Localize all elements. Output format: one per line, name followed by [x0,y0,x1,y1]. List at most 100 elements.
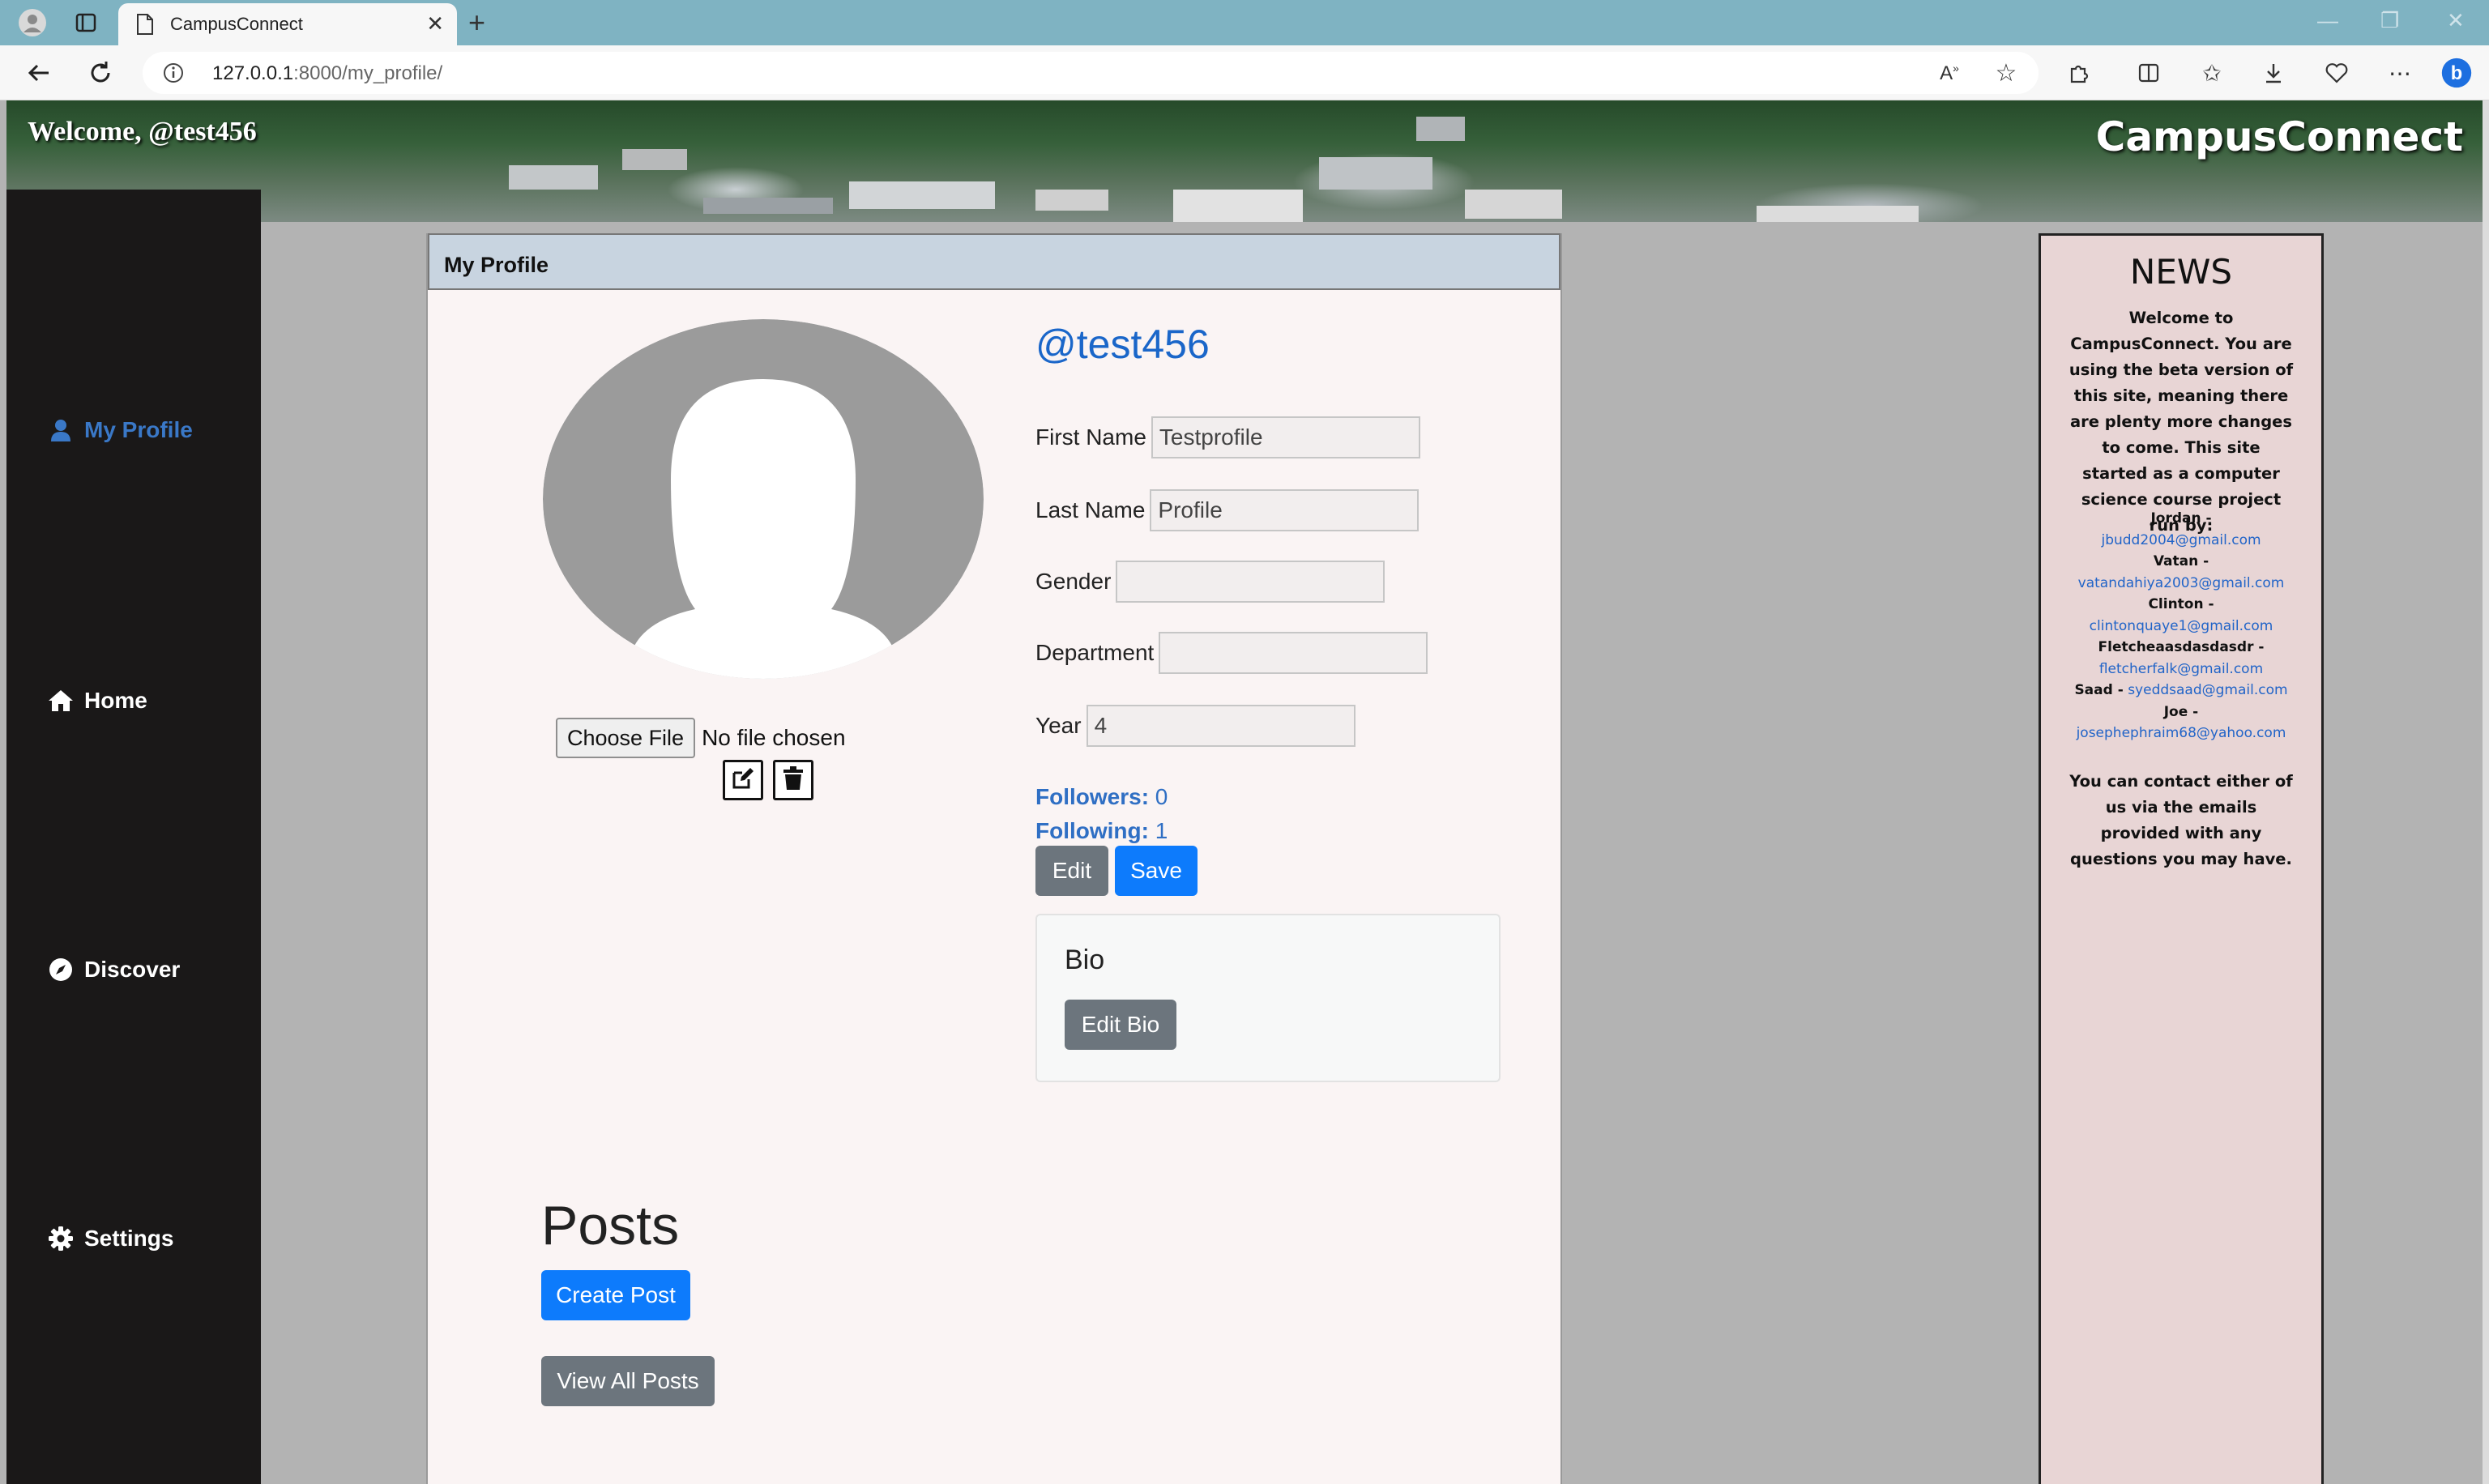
create-post-button[interactable]: Create Post [541,1270,690,1320]
following-count: 1 [1155,818,1168,843]
downloads-icon[interactable] [2257,57,2290,89]
contact-email-link[interactable]: jbudd2004@gmail.com [2101,532,2261,548]
contact-name: Jordan - [2150,510,2212,527]
sidebar-item-discover[interactable]: Discover [47,956,180,983]
last-name-field[interactable] [1150,489,1420,531]
tab-campusconnect[interactable]: CampusConnect ✕ [118,3,457,45]
url-host: 127.0.0.1 [212,62,294,84]
url-path: :8000/my_profile/ [293,62,443,84]
home-icon [47,687,75,714]
gender-label: Gender [1035,569,1112,594]
edit-icon [731,766,755,795]
year-row: Year [1035,705,1356,747]
contact-entry: josephephraim68@yahoo.com [2056,723,2307,744]
user-icon [47,416,75,444]
contact-email-link[interactable]: clintonquaye1@gmail.com [2090,618,2273,634]
save-button[interactable]: Save [1115,846,1198,896]
followers-stat[interactable]: Followers: 0 [1035,784,1168,810]
following-stat[interactable]: Following: 1 [1035,818,1168,844]
address-bar-row: 127.0.0.1:8000/my_profile/ A» ☆ ✩ ⋯ b [0,45,2489,100]
url-text: 127.0.0.1:8000/my_profile/ [212,62,442,85]
contact-entry: Vatan - [2056,551,2307,573]
contact-entry: jbudd2004@gmail.com [2056,530,2307,552]
contact-email-link[interactable]: vatandahiya2003@gmail.com [2078,575,2285,591]
contact-name: Vatan - [2153,553,2209,569]
minimize-icon[interactable]: — [2317,8,2338,33]
sidebar-item-label: My Profile [84,417,193,442]
read-aloud-icon[interactable]: A» [1933,57,1966,89]
url-field[interactable]: 127.0.0.1:8000/my_profile/ [143,52,2039,94]
tab-title: CampusConnect [170,14,303,34]
profile-card: My Profile Choose File No file chosen @t… [426,233,1562,1484]
copilot-icon[interactable]: b [2440,57,2473,89]
reload-icon[interactable] [84,57,117,89]
contact-name: Fletcheaasdasdasdr - [2098,639,2265,655]
contact-entry: vatandahiya2003@gmail.com [2056,573,2307,595]
welcome-text: Welcome, @test456 [28,117,257,147]
browser-essentials-icon[interactable] [2320,57,2353,89]
sidebar-item-label: Home [84,688,147,713]
svg-text:b: b [2451,63,2462,84]
extensions-icon[interactable] [2063,57,2095,89]
brand-logo-text: CampusConnect [2095,113,2463,160]
contact-email-link[interactable]: josephephraim68@yahoo.com [2077,725,2286,741]
favorites-icon[interactable]: ✩ [2196,57,2228,89]
favorite-star-icon[interactable]: ☆ [1990,57,2022,89]
compass-icon [47,956,75,983]
no-file-text: No file chosen [702,725,846,750]
department-label: Department [1035,640,1155,665]
gear-icon [47,1225,75,1252]
page-icon [134,13,156,40]
gender-row: Gender [1035,561,1385,603]
sidebar-item-label: Discover [84,957,181,982]
followers-label: Followers: [1035,784,1150,809]
sidebar: My Profile Home Discover Settings [6,190,261,1484]
split-screen-icon[interactable] [2133,57,2165,89]
site-info-icon[interactable] [162,62,185,88]
card-title: My Profile [444,253,549,277]
year-field[interactable] [1086,705,1356,747]
contact-name: Saad - [2074,682,2124,698]
new-tab-icon[interactable]: + [468,6,485,39]
edit-avatar-button[interactable] [723,760,763,800]
back-icon[interactable] [23,57,55,89]
more-options-icon[interactable]: ⋯ [2384,57,2416,89]
profile-avatar-icon[interactable] [16,6,49,39]
news-panel: NEWS Welcome to CampusConnect. You are u… [2039,233,2324,1484]
edit-button[interactable]: Edit [1035,846,1108,896]
contact-entry: Joe - [2056,701,2307,723]
contact-entry: Jordan - [2056,508,2307,530]
contact-name: Clinton - [2148,596,2214,612]
department-field[interactable] [1159,632,1428,674]
year-label: Year [1035,713,1082,738]
news-body: Welcome to CampusConnect. You are using … [2068,309,2294,535]
sidebar-item-settings[interactable]: Settings [47,1225,173,1252]
page-scrollbar[interactable] [2483,100,2489,1484]
choose-file-button[interactable]: Choose File [556,718,696,758]
bio-title: Bio [1065,945,1105,975]
view-all-posts-button[interactable]: View All Posts [541,1356,715,1406]
first-name-field[interactable] [1151,416,1420,458]
contact-name: Joe - [2163,703,2199,720]
contact-entry: Clinton - [2056,594,2307,616]
campus-banner: Welcome, @test456 CampusConnect [6,100,2483,222]
page-viewport: Welcome, @test456 CampusConnect My Profi… [6,100,2483,1484]
edit-bio-button[interactable]: Edit Bio [1065,1000,1176,1050]
sidebar-item-my-profile[interactable]: My Profile [47,416,193,444]
card-header: My Profile [428,233,1560,290]
avatar [541,318,985,680]
avatar-upload-row: Choose File No file chosen [556,718,846,758]
maximize-icon[interactable]: ❐ [2380,8,2399,33]
delete-avatar-button[interactable] [773,760,813,800]
tab-actions-icon[interactable] [70,6,102,39]
contact-email-link[interactable]: syeddsaad@gmail.com [2128,682,2287,698]
sidebar-item-label: Settings [84,1226,174,1251]
followers-count: 0 [1155,784,1168,809]
sidebar-item-home[interactable]: Home [47,687,147,714]
close-tab-icon[interactable]: ✕ [426,11,444,36]
department-row: Department [1035,632,1428,674]
close-window-icon[interactable]: ✕ [2447,8,2465,33]
news-title: NEWS [2129,252,2233,292]
contact-email-link[interactable]: fletcherfalk@gmail.com [2099,661,2263,677]
gender-field[interactable] [1116,561,1385,603]
